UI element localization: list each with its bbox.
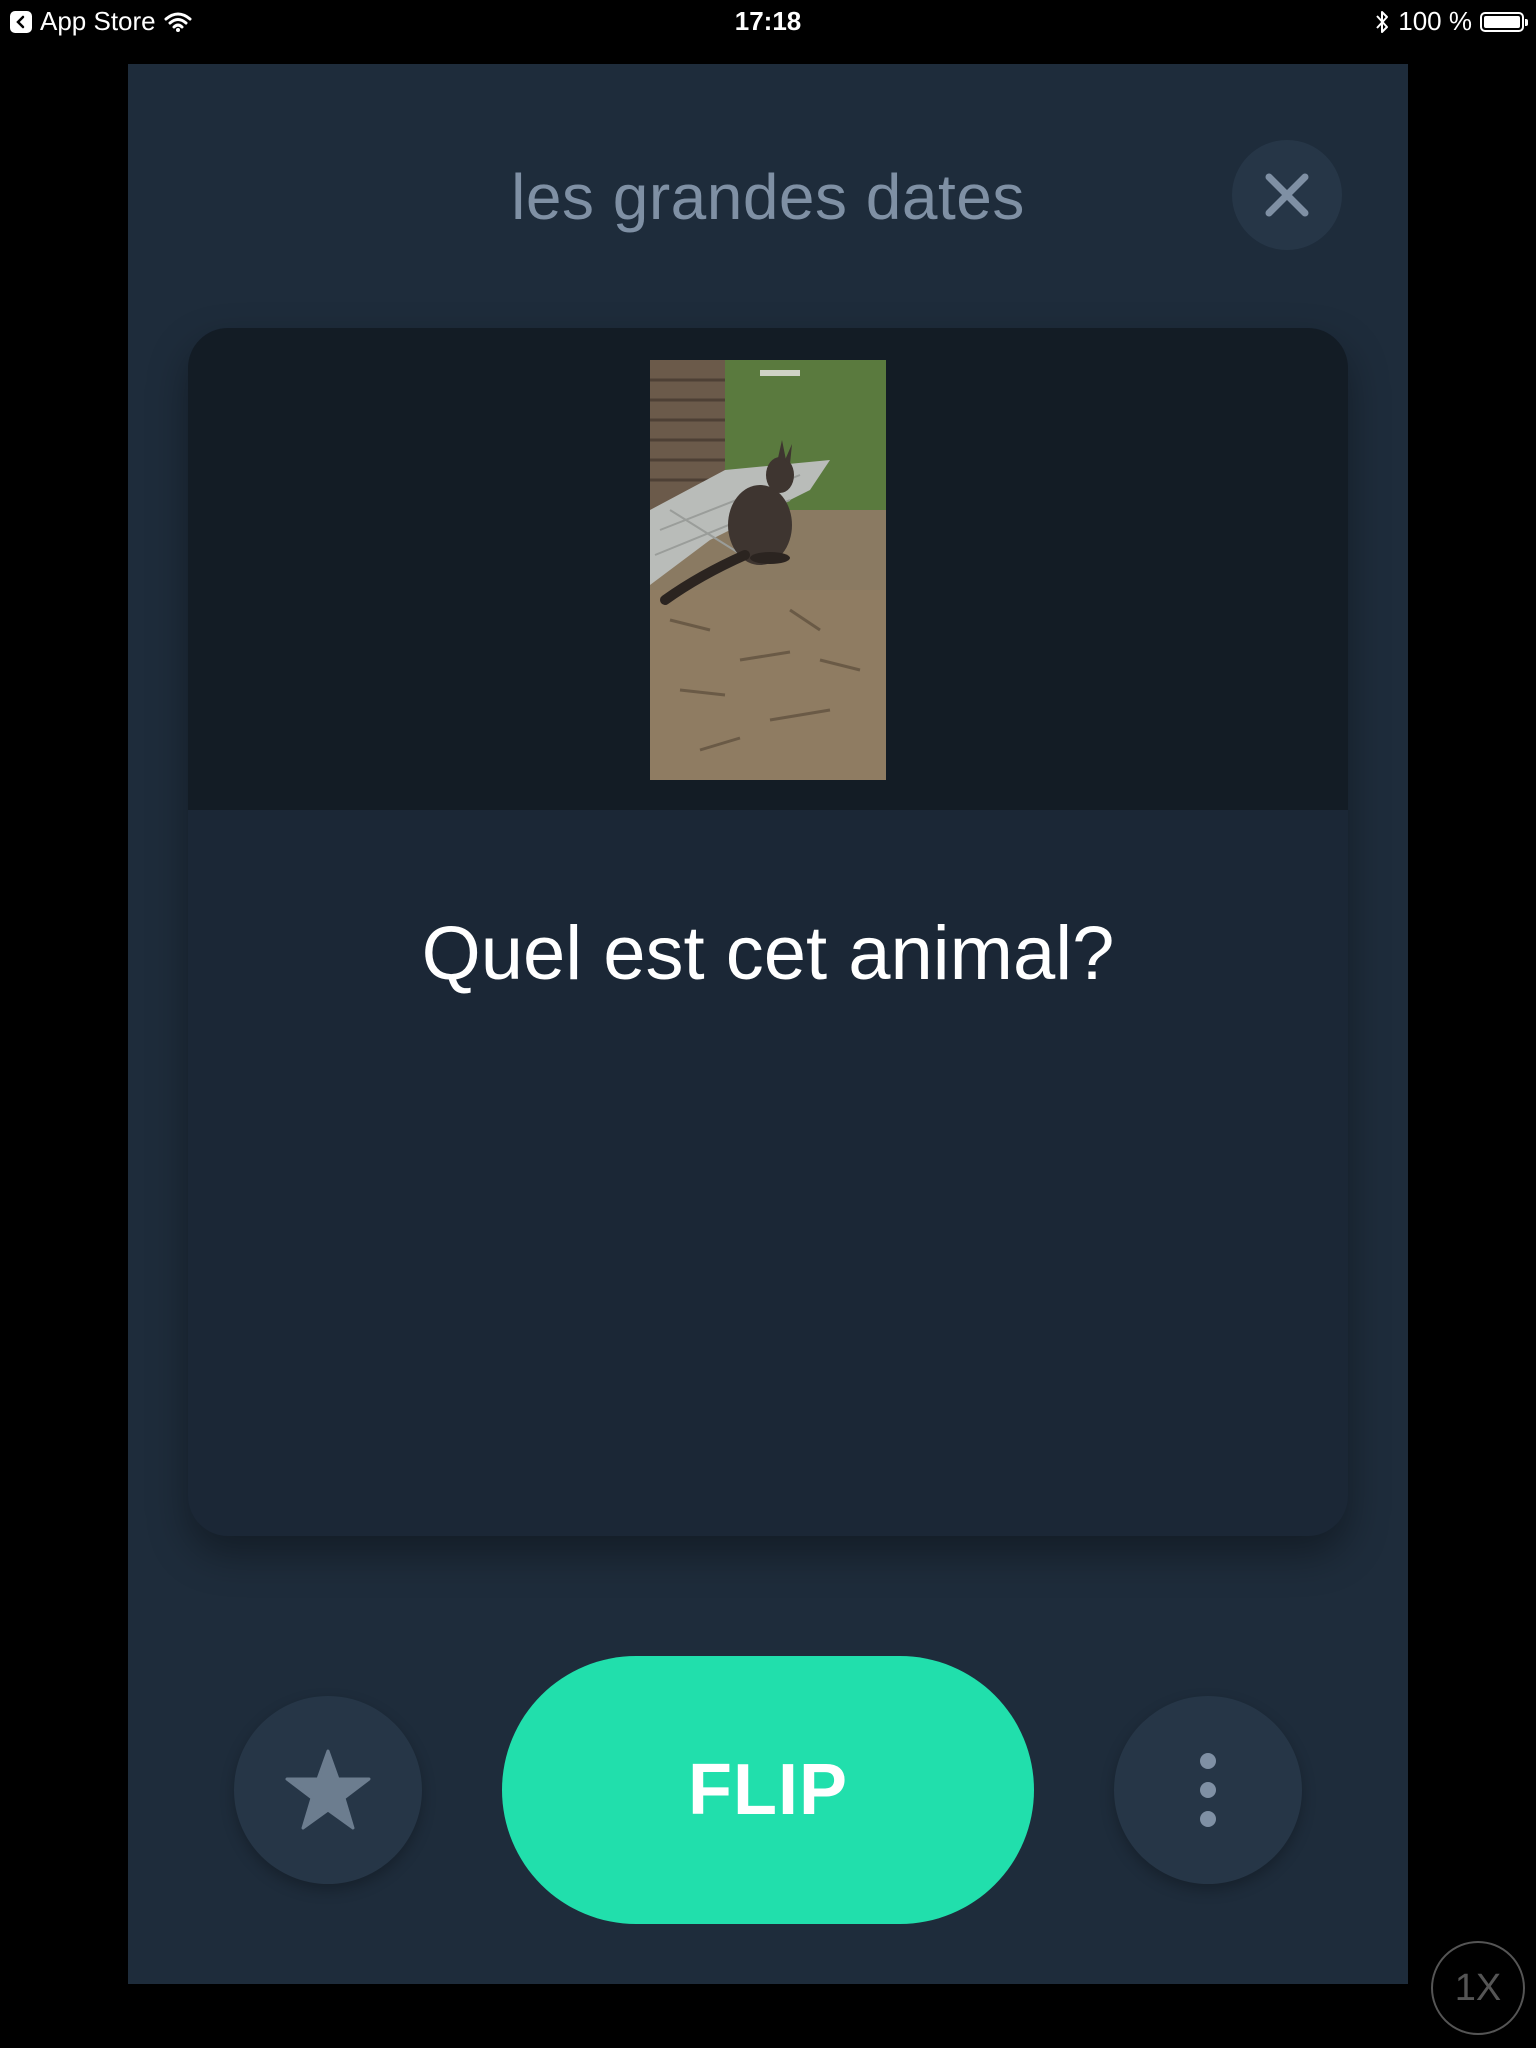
close-button[interactable] — [1232, 140, 1342, 250]
star-icon — [285, 1749, 371, 1830]
zoom-badge[interactable]: 1X — [1431, 1941, 1525, 2035]
status-time: 17:18 — [734, 6, 802, 36]
close-icon — [1265, 173, 1309, 217]
status-bar: App Store 17:18 100 % — [0, 0, 1536, 42]
deck-title: les grandes dates — [511, 161, 1025, 233]
favorite-button[interactable] — [234, 1696, 422, 1884]
battery-fill — [1484, 15, 1520, 28]
status-right: 100 % — [1374, 6, 1528, 37]
flashcard-screen: les grandes dates Quel est cet animal? F… — [128, 64, 1408, 1984]
flashcard[interactable]: Quel est cet animal? — [188, 328, 1348, 1536]
more-vertical-icon — [1200, 1753, 1216, 1827]
flip-button[interactable]: FLIP — [502, 1656, 1034, 1924]
battery-icon — [1480, 11, 1528, 32]
bluetooth-icon — [1376, 10, 1389, 33]
wallaby-photo — [650, 360, 886, 780]
card-media — [188, 328, 1348, 810]
more-options-button[interactable] — [1114, 1696, 1302, 1884]
battery-percent: 100 % — [1398, 6, 1472, 36]
card-image — [650, 360, 886, 780]
card-question: Quel est cet animal? — [421, 911, 1115, 996]
